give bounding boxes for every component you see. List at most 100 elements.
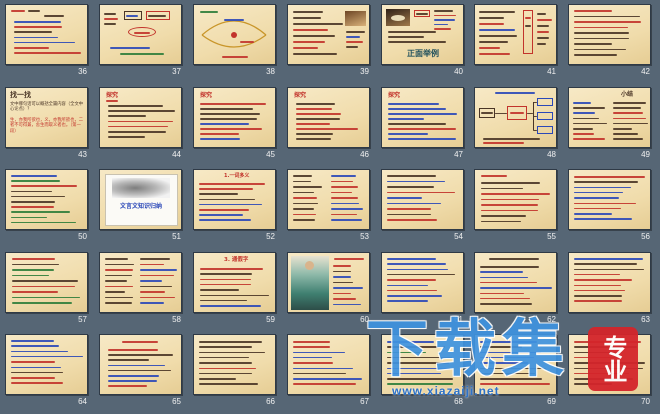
slide-thumbnail[interactable]: 文言文知识归纳 — [99, 169, 182, 230]
slide-cell[interactable]: 62 — [474, 252, 557, 324]
slide-thumbnail[interactable] — [474, 252, 557, 313]
slide-cell[interactable]: 69 — [474, 334, 557, 406]
text-line — [613, 138, 643, 140]
text-line — [574, 213, 612, 215]
slide-cell[interactable]: 65 — [99, 334, 182, 406]
text-line — [293, 346, 331, 348]
slide-thumbnail[interactable] — [5, 334, 88, 395]
slide-cell[interactable]: 探究 45 — [193, 87, 276, 159]
slide-cell[interactable]: 50 — [5, 169, 88, 241]
text-line — [11, 345, 59, 347]
text-line — [293, 383, 356, 385]
slide-thumbnail[interactable] — [99, 334, 182, 395]
text-line — [105, 285, 134, 287]
slide-cell[interactable]: 3. 通假字 59 — [193, 252, 276, 324]
text-line — [12, 291, 59, 293]
slide-cell[interactable]: 64 — [5, 334, 88, 406]
slide-thumbnail[interactable] — [5, 4, 88, 65]
slide-title: 探究 — [106, 92, 119, 99]
slide-thumbnail[interactable] — [381, 252, 464, 313]
text-line — [346, 31, 365, 33]
slide-thumbnail[interactable] — [99, 252, 182, 313]
slide-cell[interactable]: 文言文知识归纳 51 — [99, 169, 182, 241]
slide-thumbnail[interactable]: 探究 — [99, 87, 182, 148]
slide-thumbnail[interactable] — [474, 169, 557, 230]
slide-cell[interactable]: 70 — [568, 334, 651, 406]
slide-thumbnail[interactable]: 探究 — [381, 87, 464, 148]
slide-thumbnail[interactable] — [568, 4, 651, 65]
text-line — [104, 13, 116, 15]
text-line — [11, 195, 66, 198]
slide-thumbnail[interactable] — [5, 252, 88, 313]
slide-thumbnail[interactable]: 小结 — [568, 87, 651, 148]
slide-thumbnail[interactable] — [381, 334, 464, 395]
slide-sorter-pane[interactable]: 36 37 38 39 正面举例 40 41 42 找一找 文中哪句话可以概括全篇内容（全文中心… — [0, 0, 660, 414]
slide-cell[interactable]: 53 — [287, 169, 370, 241]
text-line — [199, 378, 237, 380]
slide-cell[interactable]: 63 — [568, 252, 651, 324]
slide-thumbnail[interactable] — [287, 4, 370, 65]
slide-cell[interactable]: 找一找 文中哪句话可以概括全篇内容（全文中心论点）？ 生，亦我所欲也，义，亦我所欲也… — [5, 87, 88, 159]
slide-cell[interactable]: 42 — [568, 4, 651, 76]
text-line — [199, 383, 259, 385]
slide-cell[interactable]: 60 — [287, 252, 370, 324]
slide-thumbnail[interactable] — [287, 334, 370, 395]
slide-thumbnail[interactable] — [474, 334, 557, 395]
slide-cell[interactable]: 57 — [5, 252, 88, 324]
slide-cell[interactable]: 39 — [287, 4, 370, 76]
slide-thumbnail[interactable]: 找一找 文中哪句话可以概括全篇内容（全文中心论点）？ 生，亦我所欲也，义，亦我所欲也… — [5, 87, 88, 148]
slide-thumbnail[interactable]: 3. 通假字 — [193, 252, 276, 313]
slide-cell[interactable]: 48 — [474, 87, 557, 159]
text-line — [199, 351, 265, 354]
text-line — [200, 11, 218, 13]
slide-thumbnail[interactable] — [193, 4, 276, 65]
text-line — [108, 369, 171, 372]
text-line — [537, 43, 547, 45]
slide-thumbnail[interactable] — [287, 252, 370, 313]
slide-cell[interactable]: 1.一词多义 52 — [193, 169, 276, 241]
text-line — [483, 138, 540, 140]
slide-cell[interactable]: 54 — [381, 169, 464, 241]
slide-thumbnail[interactable] — [99, 4, 182, 65]
slide-quote: 生，亦我所欲也，义，亦我所欲也，二者不可得兼，舍生而取义者也。（第一段） — [10, 118, 84, 134]
slide-thumbnail[interactable] — [568, 169, 651, 230]
text-line — [573, 117, 599, 120]
slide-cell[interactable]: 36 — [5, 4, 88, 76]
slide-cell[interactable]: 68 — [381, 334, 464, 406]
text-line — [574, 383, 612, 385]
slide-thumbnail[interactable]: 探究 — [193, 87, 276, 148]
slide-thumbnail[interactable]: 正面举例 — [381, 4, 464, 65]
slide-thumbnail[interactable] — [287, 169, 370, 230]
text-line — [199, 346, 252, 348]
slide-cell[interactable]: 探究 46 — [287, 87, 370, 159]
slide-cell[interactable]: 61 — [381, 252, 464, 324]
text-line — [495, 113, 507, 114]
slide-cell[interactable]: 探究 47 — [381, 87, 464, 159]
text-line — [14, 21, 61, 23]
slide-thumbnail[interactable]: 探究 — [287, 87, 370, 148]
slide-thumbnail[interactable] — [5, 169, 88, 230]
slide-cell[interactable]: 58 — [99, 252, 182, 324]
slide-cell[interactable]: 正面举例 40 — [381, 4, 464, 76]
slide-thumbnail[interactable] — [568, 334, 651, 395]
slide-cell[interactable]: 56 — [568, 169, 651, 241]
slide-cell[interactable]: 38 — [193, 4, 276, 76]
text-line — [11, 10, 25, 12]
slide-thumbnail[interactable] — [193, 334, 276, 395]
slide-thumbnail[interactable] — [474, 4, 557, 65]
slide-cell[interactable]: 67 — [287, 334, 370, 406]
slide-thumbnail[interactable] — [381, 169, 464, 230]
slide-cell[interactable]: 小结 49 — [568, 87, 651, 159]
slide-thumbnail[interactable] — [568, 252, 651, 313]
slide-thumbnail[interactable] — [474, 87, 557, 148]
slide-cell[interactable]: 66 — [193, 334, 276, 406]
text-line — [480, 297, 531, 300]
text-line — [104, 18, 118, 20]
slide-cell[interactable]: 37 — [99, 4, 182, 76]
text-line — [387, 346, 445, 348]
slide-cell[interactable]: 41 — [474, 4, 557, 76]
text-line — [108, 349, 158, 351]
slide-cell[interactable]: 探究 44 — [99, 87, 182, 159]
slide-cell[interactable]: 55 — [474, 169, 557, 241]
slide-thumbnail[interactable]: 1.一词多义 — [193, 169, 276, 230]
